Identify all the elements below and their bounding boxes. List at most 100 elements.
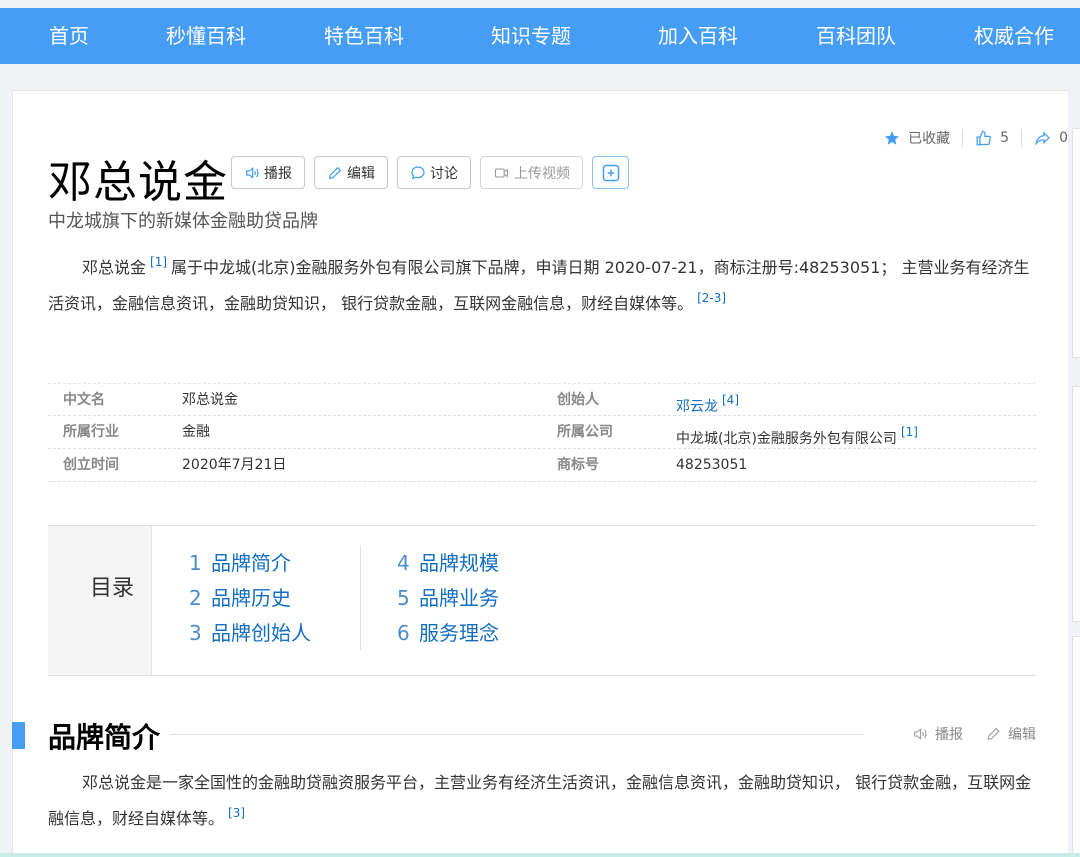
section-title: 品牌简介 [48,721,161,754]
page-title: 邓总说金 [48,157,228,208]
toc-item[interactable]: 2 品牌历史 [189,581,311,616]
thumbs-up-icon [976,130,992,146]
side-panel-fragment [1072,128,1080,358]
toc-item[interactable]: 3 品牌创始人 [189,616,311,651]
side-panel-fragment [1072,636,1080,857]
nav-item-team[interactable]: 百科团队 [816,8,896,64]
divider [1021,129,1023,147]
founder-link[interactable]: 邓云龙 [676,399,718,415]
pencil-icon [328,166,342,179]
info-row: 所属行业 金融 所属公司 中龙城(北京)金融服务外包有限公司 [1] [48,416,1036,449]
toc-column: 4 品牌规模 5 品牌业务 6 服务理念 [397,546,499,651]
nav-item-join[interactable]: 加入百科 [658,8,738,64]
reference-link[interactable]: [1] [150,255,167,269]
toc-label: 品牌历史 [211,586,291,610]
video-camera-icon [494,167,509,178]
section-broadcast-button[interactable]: 播报 [911,724,963,744]
company-name: 中龙城(北京)金融服务外包有限公司 [676,431,897,447]
toc-number: 6 [397,621,410,645]
summary-text: 属于中龙城(北京)金融服务外包有限公司旗下品牌，申请日期 2020-07-21，… [48,258,1030,313]
toc-number: 5 [397,586,410,610]
edit-button[interactable]: 编辑 [314,156,388,189]
section-paragraph: 邓总说金是一家全国性的金融助贷融资服务平台，主营业务有经济生活资讯，金融信息资讯… [48,768,1038,834]
info-label: 创立时间 [63,457,119,473]
share-icon [1035,130,1050,146]
toc-column: 1 品牌简介 2 品牌历史 3 品牌创始人 [189,546,311,651]
toc-item[interactable]: 6 服务理念 [397,616,499,651]
section-broadcast-label: 播报 [935,727,963,743]
info-value: 金融 [182,424,210,440]
info-value: 2020年7月21日 [182,457,287,473]
info-label: 创始人 [557,392,599,408]
toc-label: 品牌简介 [211,551,291,575]
entry-subtitle: 中龙城旗下的新媒体金融助贷品牌 [48,211,318,232]
nav-item-topics[interactable]: 知识专题 [491,8,571,64]
toc-heading: 目录 [90,576,135,601]
toc-number: 2 [189,586,202,610]
toc-item[interactable]: 4 品牌规模 [397,546,499,581]
section-rule [170,734,864,735]
reference-link[interactable]: [4] [722,393,739,407]
speaker-icon [246,166,259,179]
summary-name: 邓总说金 [82,258,147,277]
share-button[interactable]: 0 [1034,130,1068,147]
toc-item[interactable]: 5 品牌业务 [397,581,499,616]
toc-number: 3 [189,621,202,645]
star-icon [885,131,900,145]
add-more-button[interactable] [592,156,629,189]
entry-summary: 邓总说金 [1] 属于中龙城(北京)金融服务外包有限公司旗下品牌，申请日期 2020… [48,247,1038,319]
collect-button[interactable]: 已收藏 [884,128,950,148]
edit-label: 编辑 [347,165,375,182]
toc-label: 品牌规模 [419,551,499,575]
toc-divider [360,546,361,650]
collect-label: 已收藏 [908,131,951,147]
reference-link[interactable]: [3] [228,806,245,820]
paragraph-text: 邓总说金是一家全国性的金融助贷融资服务平台，主营业务有经济生活资讯，金融信息资讯… [48,773,1032,828]
info-row: 中文名 邓总说金 创始人 邓云龙 [4] [48,383,1036,416]
basic-info-table: 中文名 邓总说金 创始人 邓云龙 [4] 所属行业 金融 所属公司 中龙城(北京)… [48,383,1036,482]
section-edit-button[interactable]: 编辑 [985,724,1036,744]
reference-link[interactable]: [2-3] [697,291,726,305]
bottom-strip [0,853,1080,857]
upload-video-label: 上传视频 [514,165,570,182]
nav-item-featured[interactable]: 特色百科 [324,8,404,64]
info-label: 商标号 [557,457,599,473]
discuss-button[interactable]: 讨论 [397,156,471,189]
info-label: 所属行业 [63,424,119,440]
table-of-contents: 目录 1 品牌简介 2 品牌历史 3 品牌创始人 4 品牌规模 5 品牌业务 6 服务理念 [48,525,1036,676]
toc-label: 服务理念 [419,621,499,645]
share-count: 0 [1059,130,1068,146]
toc-label: 品牌业务 [419,586,499,610]
title-toolbar: 播报 编辑 讨论 上传视频 [231,156,638,189]
reference-link[interactable]: [1] [901,425,918,439]
nav-item-home[interactable]: 首页 [49,8,89,64]
divider [962,129,964,147]
info-row: 创立时间 2020年7月21日 商标号 48253051 [48,449,1036,482]
section-toolbar: 播报 编辑 [889,724,1036,744]
info-value: 48253051 [676,457,748,473]
nav-item-miaodong[interactable]: 秒懂百科 [166,8,246,64]
discuss-label: 讨论 [430,165,458,182]
side-panel-fragment [1072,386,1080,622]
toc-heading-box: 目录 [48,526,152,675]
upload-video-button[interactable]: 上传视频 [480,156,583,189]
info-label: 中文名 [63,392,105,408]
plus-square-icon [602,164,619,181]
toc-number: 4 [397,551,410,575]
broadcast-label: 播报 [264,165,292,182]
toc-label: 品牌创始人 [211,621,311,645]
broadcast-button[interactable]: 播报 [231,156,305,189]
info-label: 所属公司 [557,424,613,440]
section-edit-label: 编辑 [1008,727,1036,743]
info-value: 邓总说金 [182,392,238,408]
chat-bubble-icon [411,165,425,179]
section-marker [12,722,25,749]
toc-number: 1 [189,551,202,575]
like-count: 5 [1000,130,1010,146]
toc-item[interactable]: 1 品牌简介 [189,546,311,581]
entry-stats: 已收藏 5 0 [884,128,1068,148]
like-button[interactable]: 5 [975,130,1009,147]
speaker-icon [914,728,927,740]
top-nav-bar: 首页 秒懂百科 特色百科 知识专题 加入百科 百科团队 权威合作 [0,8,1080,64]
nav-item-partnership[interactable]: 权威合作 [974,8,1054,64]
